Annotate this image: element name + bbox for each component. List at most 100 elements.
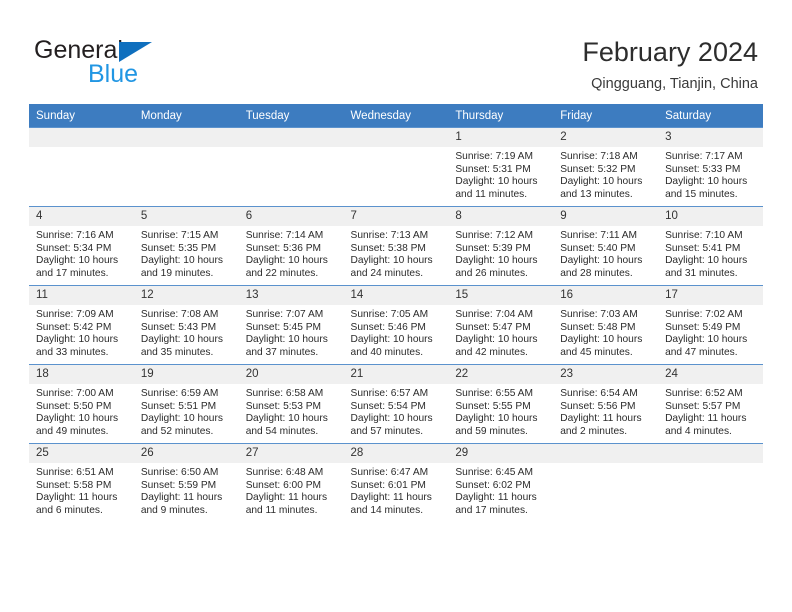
day-detail-line: and 59 minutes.	[455, 425, 528, 437]
calendar-day-cell[interactable]: 15 Sunrise: 7:04 AM Sunset: 5:47 PM Dayligh…	[448, 285, 554, 365]
day-sun-details: Sunrise: 7:14 AM Sunset: 5:36 PM Daylight:…	[239, 226, 344, 280]
weekday-header-friday: Friday	[553, 104, 659, 128]
calendar-day-cell[interactable]: 13 Sunrise: 7:07 AM Sunset: 5:45 PM Dayligh…	[238, 285, 344, 365]
day-number: 29	[448, 444, 554, 463]
calendar-day-cell[interactable]: 11 Sunrise: 7:09 AM Sunset: 5:42 PM Dayligh…	[29, 285, 134, 365]
day-detail-line: Daylight: 10 hours	[560, 176, 643, 188]
calendar-week-row: 25 Sunrise: 6:51 AM Sunset: 5:58 PM Dayligh…	[29, 443, 763, 522]
day-detail-line: Sunset: 5:38 PM	[350, 242, 426, 254]
calendar-empty-cell	[343, 127, 449, 207]
generalblue-logo[interactable]: General Blue	[34, 36, 234, 92]
day-detail-line: and 37 minutes.	[245, 346, 319, 358]
calendar-day-cell[interactable]: 6 Sunrise: 7:14 AM Sunset: 5:36 PM Daylight…	[238, 206, 344, 286]
day-detail-line: Sunset: 5:50 PM	[36, 400, 112, 412]
day-sun-details: Sunrise: 6:52 AM Sunset: 5:57 PM Daylight:…	[658, 384, 763, 438]
calendar-day-cell[interactable]: 9 Sunrise: 7:11 AM Sunset: 5:40 PM Daylight…	[553, 206, 659, 286]
day-detail-line: Daylight: 10 hours	[36, 255, 119, 267]
calendar-empty-cell	[133, 127, 239, 207]
day-detail-line: Daylight: 10 hours	[665, 334, 748, 346]
calendar-day-cell[interactable]: 10 Sunrise: 7:10 AM Sunset: 5:41 PM Dayligh…	[658, 206, 763, 286]
day-number: 14	[343, 286, 449, 305]
calendar-day-cell[interactable]: 23 Sunrise: 6:54 AM Sunset: 5:56 PM Dayligh…	[553, 364, 659, 444]
day-detail-line: Daylight: 11 hours	[245, 492, 328, 504]
day-detail-line: and 28 minutes.	[560, 267, 633, 279]
calendar-day-cell[interactable]: 8 Sunrise: 7:12 AM Sunset: 5:39 PM Daylight…	[448, 206, 554, 286]
day-sun-details: Sunrise: 7:05 AM Sunset: 5:46 PM Daylight:…	[344, 305, 449, 359]
calendar-day-cell[interactable]: 1 Sunrise: 7:19 AM Sunset: 5:31 PM Daylight…	[448, 127, 554, 207]
calendar-day-cell[interactable]: 3 Sunrise: 7:17 AM Sunset: 5:33 PM Daylight…	[658, 127, 763, 207]
day-sun-details: Sunrise: 7:16 AM Sunset: 5:34 PM Daylight:…	[29, 226, 134, 280]
calendar-day-cell[interactable]: 18 Sunrise: 7:00 AM Sunset: 5:50 PM Dayligh…	[29, 364, 134, 444]
weekday-header-tuesday: Tuesday	[238, 104, 344, 128]
weekday-header-row: Sunday Monday Tuesday Wednesday Thursday…	[29, 104, 763, 128]
day-detail-line: Sunrise: 6:48 AM	[245, 467, 324, 478]
day-detail-line: Daylight: 10 hours	[140, 255, 223, 267]
day-number: 13	[238, 286, 344, 305]
calendar-day-cell[interactable]: 2 Sunrise: 7:18 AM Sunset: 5:32 PM Daylight…	[553, 127, 659, 207]
day-detail-line: and 19 minutes.	[140, 267, 214, 279]
calendar-day-cell[interactable]: 22 Sunrise: 6:55 AM Sunset: 5:55 PM Dayligh…	[448, 364, 554, 444]
day-number: 9	[553, 207, 659, 226]
day-detail-line: and 52 minutes.	[140, 425, 214, 437]
day-detail-line: Sunrise: 6:59 AM	[140, 388, 219, 399]
day-detail-line: Daylight: 10 hours	[245, 413, 328, 425]
day-detail-line: Sunset: 5:55 PM	[455, 400, 531, 412]
calendar-day-cell[interactable]: 14 Sunrise: 7:05 AM Sunset: 5:46 PM Dayligh…	[343, 285, 449, 365]
calendar-day-cell[interactable]: 19 Sunrise: 6:59 AM Sunset: 5:51 PM Dayligh…	[133, 364, 239, 444]
day-sun-details: Sunrise: 6:55 AM Sunset: 5:55 PM Daylight:…	[448, 384, 553, 438]
day-detail-line: Sunrise: 7:11 AM	[560, 230, 638, 241]
page-subtitle: Qingguang, Tianjin, China	[591, 76, 758, 92]
logo-text-blue: Blue	[88, 60, 139, 88]
day-number	[658, 444, 763, 463]
day-detail-line: Sunrise: 7:10 AM	[665, 230, 743, 241]
day-detail-line: and 13 minutes.	[560, 188, 633, 200]
day-detail-line: Sunrise: 6:47 AM	[350, 467, 429, 478]
calendar-day-cell[interactable]: 26 Sunrise: 6:50 AM Sunset: 5:59 PM Dayligh…	[133, 443, 239, 522]
calendar-day-cell[interactable]: 12 Sunrise: 7:08 AM Sunset: 5:43 PM Dayligh…	[133, 285, 239, 365]
calendar-day-cell[interactable]: 21 Sunrise: 6:57 AM Sunset: 5:54 PM Dayligh…	[343, 364, 449, 444]
day-detail-line: and 33 minutes.	[36, 346, 109, 358]
calendar-day-cell[interactable]: 7 Sunrise: 7:13 AM Sunset: 5:38 PM Daylight…	[343, 206, 449, 286]
day-sun-details: Sunrise: 7:07 AM Sunset: 5:45 PM Daylight:…	[239, 305, 344, 359]
day-detail-line: Sunrise: 7:18 AM	[560, 151, 638, 162]
day-detail-line: Daylight: 10 hours	[350, 334, 433, 346]
day-detail-line: Daylight: 10 hours	[350, 255, 433, 267]
day-detail-line: Sunset: 5:57 PM	[665, 400, 741, 412]
calendar-week-row: 18 Sunrise: 7:00 AM Sunset: 5:50 PM Dayligh…	[29, 364, 763, 444]
day-detail-line: and 9 minutes.	[140, 504, 208, 516]
day-detail-line: and 4 minutes.	[665, 425, 732, 437]
day-number: 27	[238, 444, 344, 463]
day-number: 6	[238, 207, 344, 226]
calendar-day-cell[interactable]: 17 Sunrise: 7:02 AM Sunset: 5:49 PM Dayligh…	[658, 285, 763, 365]
day-detail-line: Sunrise: 7:14 AM	[245, 230, 324, 241]
day-detail-line: Sunset: 5:48 PM	[560, 321, 636, 333]
day-number: 16	[553, 286, 659, 305]
calendar-day-cell[interactable]: 5 Sunrise: 7:15 AM Sunset: 5:35 PM Daylight…	[133, 206, 239, 286]
day-detail-line: Sunset: 6:02 PM	[455, 479, 531, 491]
calendar-day-cell[interactable]: 24 Sunrise: 6:52 AM Sunset: 5:57 PM Dayligh…	[658, 364, 763, 444]
day-detail-line: Sunset: 5:45 PM	[245, 321, 322, 333]
day-sun-details: Sunrise: 7:03 AM Sunset: 5:48 PM Daylight:…	[553, 305, 658, 359]
calendar-day-cell[interactable]: 25 Sunrise: 6:51 AM Sunset: 5:58 PM Dayligh…	[29, 443, 134, 522]
calendar-day-cell[interactable]: 16 Sunrise: 7:03 AM Sunset: 5:48 PM Dayligh…	[553, 285, 659, 365]
day-number: 24	[658, 365, 763, 384]
calendar-week-row: 11 Sunrise: 7:09 AM Sunset: 5:42 PM Dayligh…	[29, 285, 763, 365]
calendar-day-cell[interactable]: 4 Sunrise: 7:16 AM Sunset: 5:34 PM Daylight…	[29, 206, 134, 286]
day-detail-line: Daylight: 10 hours	[36, 334, 119, 346]
day-detail-line: Daylight: 10 hours	[36, 413, 119, 425]
calendar-empty-cell	[238, 127, 344, 207]
day-detail-line: and 24 minutes.	[350, 267, 424, 279]
calendar-day-cell[interactable]: 28 Sunrise: 6:47 AM Sunset: 6:01 PM Dayligh…	[343, 443, 449, 522]
day-sun-details: Sunrise: 6:51 AM Sunset: 5:58 PM Daylight:…	[29, 463, 134, 517]
calendar-day-cell[interactable]: 20 Sunrise: 6:58 AM Sunset: 5:53 PM Dayligh…	[238, 364, 344, 444]
calendar-day-cell[interactable]: 27 Sunrise: 6:48 AM Sunset: 6:00 PM Dayligh…	[238, 443, 344, 522]
day-number: 25	[29, 444, 134, 463]
calendar-day-cell[interactable]: 29 Sunrise: 6:45 AM Sunset: 6:02 PM Dayligh…	[448, 443, 554, 522]
calendar-page: General Blue February 2024 Qingguang, Ti…	[0, 0, 792, 612]
day-sun-details: Sunrise: 7:09 AM Sunset: 5:42 PM Daylight:…	[29, 305, 134, 359]
day-detail-line: Sunset: 5:53 PM	[245, 400, 322, 412]
day-number: 5	[133, 207, 239, 226]
day-sun-details: Sunrise: 7:08 AM Sunset: 5:43 PM Daylight:…	[134, 305, 239, 359]
day-detail-line: and 35 minutes.	[140, 346, 214, 358]
day-detail-line: and 26 minutes.	[455, 267, 528, 279]
